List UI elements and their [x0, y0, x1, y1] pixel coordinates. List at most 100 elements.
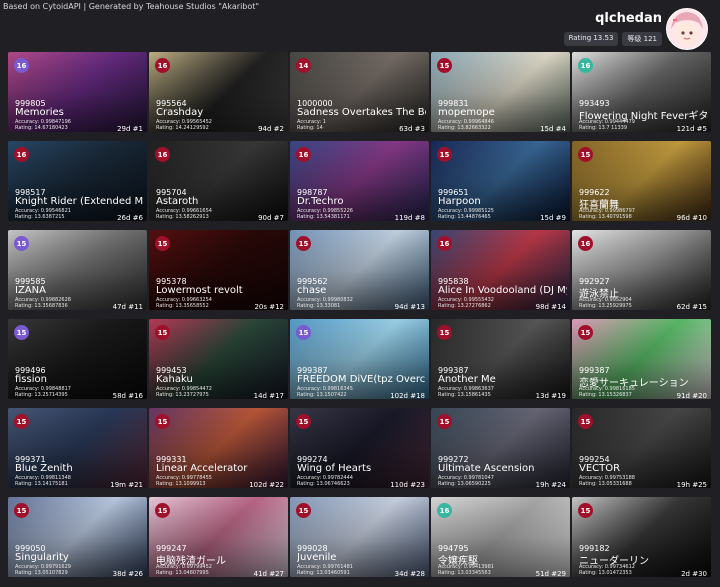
time-rank-text: 94d #13 — [394, 303, 425, 310]
difficulty-badge: 15 — [155, 503, 170, 518]
song-title: Memories — [15, 107, 64, 118]
time-rank-text: 51d #29 — [535, 570, 566, 577]
song-title: Harpoon — [438, 196, 481, 207]
difficulty-badge: 16 — [578, 236, 593, 251]
song-title: Wing of Hearts — [297, 463, 372, 474]
rating-text: Rating: 13.40791598 — [579, 214, 632, 220]
difficulty-badge: 16 — [437, 503, 452, 518]
record-card: 15 999831 mopemope Accuracy: 0.99964846 Rati… — [431, 52, 570, 132]
player-stats: Rating 13.53 等级 121 — [563, 32, 662, 46]
record-card: 16 994795 令嬢疾駆 Accuracy: 0.99413981 Rating: … — [431, 497, 570, 577]
time-rank-text: 41d #27 — [253, 570, 284, 577]
difficulty-badge: 15 — [296, 414, 311, 429]
time-rank-text: 34d #28 — [394, 570, 425, 577]
song-title: Crashday — [156, 107, 204, 118]
song-title: Lowermost revolt — [156, 285, 243, 296]
record-card: 15 999453 Kahaku Accuracy: 0.99854472 Rating… — [149, 319, 288, 399]
record-card: 15999387FREEDOM DiVE(tpz Overcute ReAccu… — [290, 319, 429, 399]
song-title: Kahaku — [156, 374, 193, 385]
rating-text: Rating: 13.15326837 — [579, 392, 632, 398]
record-card: 141000000Sadness Overtakes The BodyAccur… — [290, 52, 429, 132]
record-card: 15 999331 Linear Accelerator Accuracy: 0.99… — [149, 408, 288, 488]
song-title: mopemope — [438, 107, 495, 118]
difficulty-badge: 15 — [155, 325, 170, 340]
record-card: 15 999651 Harpoon Accuracy: 0.99985125 Ratin… — [431, 141, 570, 221]
difficulty-badge: 15 — [14, 503, 29, 518]
username: qlchedan — [595, 11, 662, 26]
rating-text: Rating: 13.44876465 — [438, 214, 491, 220]
rating-text: Rating: 13.06746623 — [297, 481, 350, 487]
rating-text: Rating: 13.25714395 — [15, 392, 68, 398]
record-card: 15 999247 电脑残渣ガール Accuracy: 0.99799452 Ratin… — [149, 497, 288, 577]
record-card: 16 995564 Crashday Accuracy: 0.99565452 Rati… — [149, 52, 288, 132]
difficulty-badge: 16 — [437, 236, 452, 251]
difficulty-badge: 15 — [296, 325, 311, 340]
time-rank-text: 121d #5 — [676, 125, 707, 132]
time-rank-text: 102d #18 — [390, 392, 425, 399]
difficulty-badge: 15 — [578, 503, 593, 518]
rating-text: Rating: 13.03345563 — [438, 570, 491, 576]
record-card: 16 998517 Knight Rider (Extended Mix) Accur… — [8, 141, 147, 221]
rating-text: Rating: 13.06590225 — [438, 481, 491, 487]
difficulty-badge: 16 — [578, 58, 593, 73]
difficulty-badge: 15 — [437, 58, 452, 73]
time-rank-text: 19h #24 — [535, 481, 566, 488]
rating-text: Rating: 14.67180423 — [15, 125, 68, 131]
record-card: 15 999622 狂喜蘭舞 Accuracy: 0.99986797 Rating: … — [572, 141, 711, 221]
rating-text: Rating: 13.35687836 — [15, 303, 68, 309]
record-card: 15 999182 ニューダーリン Accuracy: 0.99734612 Ratin… — [572, 497, 711, 577]
time-rank-text: 19m #21 — [110, 481, 143, 488]
time-rank-text: 15d #9 — [540, 214, 566, 221]
record-card: 16 998787 Dr.Techro Accuracy: 0.99855226 Rat… — [290, 141, 429, 221]
difficulty-badge: 15 — [155, 414, 170, 429]
song-title: Singularity — [15, 552, 69, 563]
song-title: Dr.Techro — [297, 196, 344, 207]
song-title: Sadness Overtakes The Body — [297, 107, 426, 118]
difficulty-badge: 16 — [296, 147, 311, 162]
difficulty-badge: 15 — [296, 503, 311, 518]
time-rank-text: 15d #4 — [540, 125, 566, 132]
difficulty-badge: 14 — [296, 58, 311, 73]
rating-text: Rating: 13.04807995 — [156, 570, 209, 576]
record-card: 16 992927 遊泳禁止 Accuracy: 0.9952904 Rating: 1… — [572, 230, 711, 310]
difficulty-badge: 16 — [14, 58, 29, 73]
difficulty-badge: 15 — [437, 414, 452, 429]
time-rank-text: 119d #8 — [394, 214, 425, 221]
time-rank-text: 90d #7 — [258, 214, 284, 221]
rating-text: Rating: 13.35658552 — [156, 303, 209, 309]
best-records-grid: 16 999805 Memories Accuracy: 0.99847196 Rati… — [8, 52, 712, 577]
rating-text: Rating: 13.1099913 — [156, 481, 206, 487]
difficulty-badge: 15 — [578, 147, 593, 162]
rating-text: Rating: 14.24129592 — [156, 125, 209, 131]
rating-text: Rating: 13.82663322 — [438, 125, 491, 131]
difficulty-badge: 15 — [578, 325, 593, 340]
time-rank-text: 58d #16 — [112, 392, 143, 399]
song-title: Alice In Voodooland (DJ Myosuke — [438, 285, 567, 296]
rating-text: Rating: 13.25929975 — [579, 303, 632, 309]
time-rank-text: 91d #20 — [676, 392, 707, 399]
song-title: Juvenile — [297, 552, 337, 563]
rating-text: Rating: 13.1507422 — [297, 392, 347, 398]
time-rank-text: 13d #19 — [535, 392, 566, 399]
record-card: 15 999028 Juvenile Accuracy: 0.99761481 Rati… — [290, 497, 429, 577]
difficulty-badge: 15 — [155, 236, 170, 251]
rating-text: Rating: 14 — [297, 125, 323, 131]
difficulty-badge: 16 — [155, 147, 170, 162]
song-title: Linear Accelerator — [156, 463, 248, 474]
song-title: VECTOR — [579, 463, 621, 474]
time-rank-text: 63d #3 — [399, 125, 425, 132]
record-card: 16993493Flowering Night FeverギターインAccura… — [572, 52, 711, 132]
top-bar: Based on CytoidAPI | Generated by Teahou… — [0, 0, 720, 50]
difficulty-badge: 15 — [437, 325, 452, 340]
rating-text: Rating: 13.14175181 — [15, 481, 68, 487]
time-rank-text: 29d #1 — [117, 125, 143, 132]
difficulty-badge: 15 — [14, 325, 29, 340]
record-card: 16995838Alice In Voodooland (DJ MyosukeA… — [431, 230, 570, 310]
record-card: 15 999254 VECTOR Accuracy: 0.99753188 Rating… — [572, 408, 711, 488]
time-rank-text: 2d #30 — [681, 570, 707, 577]
difficulty-badge: 15 — [296, 236, 311, 251]
rating-text: Rating: 13.6387215 — [15, 214, 65, 220]
time-rank-text: 96d #10 — [676, 214, 707, 221]
time-rank-text: 94d #2 — [258, 125, 284, 132]
avatar — [666, 8, 708, 50]
